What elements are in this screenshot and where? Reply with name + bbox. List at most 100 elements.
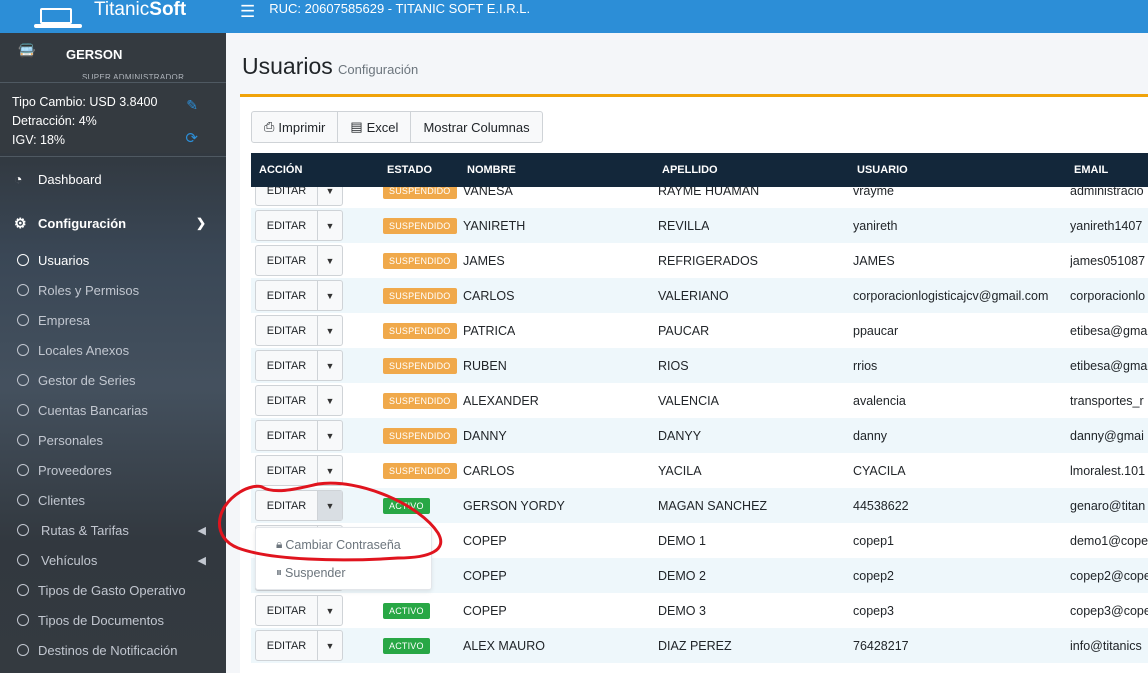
sidebar-item-label: Tipos de Documentos — [38, 612, 164, 628]
row-actions-toggle[interactable]: ▼ — [318, 596, 342, 625]
sidebar-item-destinos[interactable]: Destinos de Notificación — [0, 635, 226, 665]
sidebar-item-usuarios[interactable]: Usuarios — [0, 245, 226, 275]
nombre-cell: DANNY — [463, 428, 507, 443]
circle-icon — [17, 584, 29, 596]
sidebar-item-label: Destinos de Notificación — [38, 642, 178, 658]
printer-icon: ⎙ — [264, 119, 275, 134]
edit-split-button: EDITAR ▼ — [255, 595, 343, 626]
excel-button[interactable]: ▤ Excel — [338, 112, 412, 142]
nombre-cell: JAMES — [463, 253, 505, 268]
refresh-icon[interactable]: ⟳ — [185, 129, 198, 147]
header-accion-label: ACCIÓN — [259, 164, 303, 176]
edit-button[interactable]: EDITAR — [256, 456, 318, 485]
header-usuario-label: USUARIO — [857, 164, 908, 176]
pencil-icon[interactable]: ✎ — [186, 97, 198, 114]
suspend-item[interactable]: ⏸︎ Suspender — [276, 565, 345, 580]
edit-split-button: EDITAR ▼ — [255, 455, 343, 486]
sidebar-item-tipos-documentos[interactable]: Tipos de Documentos — [0, 605, 226, 635]
sidebar-item-label: Rutas & Tarifas — [41, 522, 129, 538]
table-row: EDITAR ▼ SUSPENDIDO YANIRETH REVILLA yanireth… — [251, 208, 1148, 243]
row-actions-toggle[interactable]: ▼ — [318, 386, 342, 415]
edit-button[interactable]: EDITAR — [256, 596, 318, 625]
apellido-cell: VALERIANO — [658, 288, 729, 303]
status-badge: SUSPENDIDO — [383, 322, 457, 339]
email-cell: copep3@cope — [1070, 603, 1148, 618]
chevron-down-icon: ▼ — [325, 325, 335, 336]
user-name[interactable]: GERSON — [66, 47, 122, 62]
sidebar-item-tipos-gasto[interactable]: Tipos de Gasto Operativo — [0, 575, 226, 605]
edit-button[interactable]: EDITAR — [256, 246, 318, 275]
show-columns-button[interactable]: Mostrar Columnas — [411, 112, 541, 142]
nav-dashboard[interactable]: ◔ Dashboard — [0, 157, 226, 201]
row-actions-toggle[interactable]: ▼ — [318, 491, 342, 520]
row-actions-toggle[interactable]: ▼ — [318, 211, 342, 240]
brand-logo-link[interactable]: TitanicSoft — [0, 0, 226, 33]
header-accion[interactable]: ACCIÓN — [259, 153, 302, 187]
status-badge: ACTIVO — [383, 602, 430, 619]
sidebar-item-empresa[interactable]: Empresa — [0, 305, 226, 335]
email-cell: copep2@cope — [1070, 568, 1148, 583]
edit-button[interactable]: EDITAR — [256, 316, 318, 345]
print-button[interactable]: ⎙ Imprimir — [252, 112, 339, 142]
row-actions-toggle[interactable]: ▼ — [318, 456, 342, 485]
edit-button[interactable]: EDITAR — [256, 351, 318, 380]
edit-button[interactable]: EDITAR — [256, 187, 318, 205]
usuario-cell: 76428217 — [853, 638, 909, 653]
header-estado[interactable]: ESTADO — [387, 153, 432, 187]
circle-icon — [17, 404, 29, 416]
edit-button[interactable]: EDITAR — [256, 211, 318, 240]
sidebar-nav: ◔ Dashboard ⚙ Configuración ❯ Usuarios R… — [0, 157, 226, 665]
menu-toggle-icon[interactable]: ☰ — [240, 2, 255, 22]
chevron-left-icon: ◀ — [197, 554, 206, 567]
status-badge: SUSPENDIDO — [383, 187, 457, 199]
apellido-cell: DEMO 2 — [658, 568, 706, 583]
email-cell: genaro@titan — [1070, 498, 1146, 513]
edit-split-button: EDITAR ▼ — [255, 350, 343, 381]
edit-button[interactable]: EDITAR — [256, 421, 318, 450]
detraction-rate: Detracción: 4% — [12, 114, 97, 128]
header-nombre[interactable]: NOMBRE — [467, 153, 516, 187]
row-actions-toggle[interactable]: ▼ — [318, 631, 342, 660]
circle-icon — [17, 614, 29, 626]
email-cell: lmoralest.101 — [1070, 463, 1146, 478]
sidebar-item-roles[interactable]: Roles y Permisos — [0, 275, 226, 305]
row-actions-toggle[interactable]: ▼ — [318, 316, 342, 345]
table-row: EDITAR ▼ SUSPENDIDO CARLOS VALERIANO corporac… — [251, 278, 1148, 313]
nombre-cell: CARLOS — [463, 288, 515, 303]
row-actions-toggle[interactable]: ▼ — [318, 187, 342, 205]
nombre-cell: GERSON YORDY — [463, 498, 565, 513]
sidebar-item-proveedores[interactable]: Proveedores — [0, 455, 226, 485]
row-actions-toggle[interactable]: ▼ — [318, 351, 342, 380]
change-password-item[interactable]: 🔒︎ Cambiar Contraseña — [276, 537, 401, 552]
email-cell: transportes_r — [1070, 393, 1144, 408]
table-row: EDITAR ▼ SUSPENDIDO RUBEN RIOS rrios etibesa@g… — [251, 348, 1148, 383]
sidebar-item-clientes[interactable]: Clientes — [0, 485, 226, 515]
table-row: EDITAR ▼ SUSPENDIDO CARLOS YACILA CYACILA lmor… — [251, 453, 1148, 488]
row-actions-toggle[interactable]: ▼ — [318, 421, 342, 450]
chevron-down-icon: ▼ — [325, 187, 335, 196]
header-apellido[interactable]: APELLIDO — [662, 153, 718, 187]
status-cell: ACTIVO — [383, 593, 430, 628]
header-email[interactable]: EMAIL — [1074, 153, 1108, 187]
sidebar-item-label: Roles y Permisos — [38, 282, 140, 298]
row-actions-toggle[interactable]: ▼ — [318, 281, 342, 310]
row-actions-toggle[interactable]: ▼ — [318, 246, 342, 275]
edit-button[interactable]: EDITAR — [256, 281, 318, 310]
apellido-cell: RIOS — [658, 358, 689, 373]
edit-button[interactable]: EDITAR — [256, 631, 318, 660]
sidebar-item-cuentas[interactable]: Cuentas Bancarias — [0, 395, 226, 425]
edit-button[interactable]: EDITAR — [256, 386, 318, 415]
header-usuario[interactable]: USUARIO — [857, 153, 908, 187]
email-cell: yanireth1407 — [1070, 218, 1143, 233]
sidebar-item-personales[interactable]: Personales — [0, 425, 226, 455]
status-cell: ACTIVO — [383, 488, 430, 523]
sidebar-item-vehiculos[interactable]: Vehículos ◀ — [0, 545, 226, 575]
nav-configuracion[interactable]: ⚙ Configuración ❯ — [0, 201, 226, 245]
gears-icon: ⚙ — [14, 214, 27, 231]
edit-button[interactable]: EDITAR — [256, 491, 318, 520]
usuario-cell: yanireth — [853, 218, 898, 233]
sidebar-item-series[interactable]: Gestor de Series — [0, 365, 226, 395]
edit-split-button: EDITAR ▼ — [255, 187, 343, 206]
sidebar-item-locales[interactable]: Locales Anexos — [0, 335, 226, 365]
sidebar-item-rutas[interactable]: Rutas & Tarifas ◀ — [0, 515, 226, 545]
